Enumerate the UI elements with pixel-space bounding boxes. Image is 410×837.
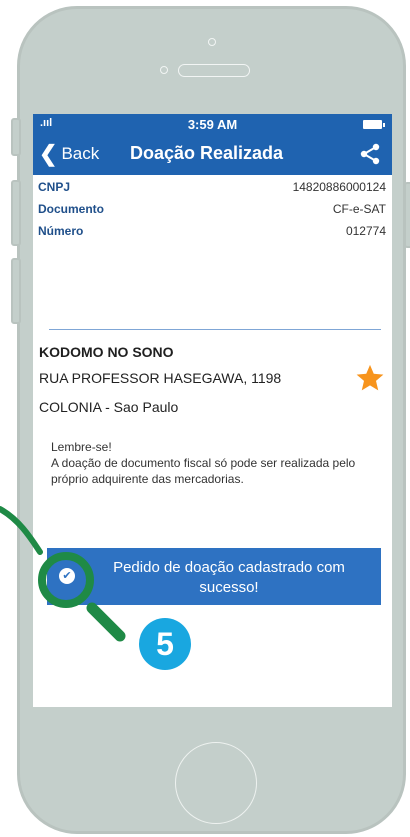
power-button [404,182,410,248]
reminder-text: A doação de documento fiscal só pode ser… [51,456,356,486]
step-badge: 5 [139,618,191,670]
battery-icon [363,120,385,129]
app-screen: .ııl 3:59 AM ❮ Back Doação Realizada CNP… [33,114,392,707]
mute-switch [11,118,21,156]
detail-label: CNPJ [38,180,71,194]
detail-row-documento: Documento CF-e-SAT [33,198,392,220]
detail-value: 14820886000124 [292,180,386,194]
volume-up-button [11,180,21,246]
home-button[interactable] [175,742,257,824]
earpiece-speaker [178,64,250,77]
front-camera [208,38,216,46]
back-label: Back [61,144,100,163]
proximity-sensor [160,66,168,74]
detail-value: CF-e-SAT [332,202,386,216]
back-button[interactable]: ❮ Back [39,143,99,165]
company-name: KODOMO NO SONO [39,344,174,360]
detail-label: Documento [38,202,104,216]
navigation-bar: ❮ Back Doação Realizada [33,135,392,175]
check-circle-icon: ✔ [59,568,75,584]
detail-row-cnpj: CNPJ 14820886000124 [33,176,392,198]
detail-row-numero: Número 012774 [33,220,392,242]
status-time: 3:59 AM [187,117,238,132]
page-title: Doação Realizada [130,143,284,163]
star-icon[interactable] [355,363,385,393]
detail-value: 012774 [345,224,386,238]
section-divider [49,329,381,330]
share-icon[interactable] [358,142,382,166]
toast-message: Pedido de doação cadastrado com sucesso! [113,559,345,596]
reminder-title: Lembre-se! [51,440,112,454]
status-bar: .ııl 3:59 AM [33,114,392,135]
success-toast: ✔ Pedido de doação cadastrado com sucess… [47,548,381,605]
detail-label: Número [38,224,84,238]
details-list: CNPJ 14820886000124 Documento CF-e-SAT N… [33,175,392,242]
company-address: RUA PROFESSOR HASEGAWA, 1198 [39,370,282,386]
chevron-left-icon: ❮ [39,141,58,166]
volume-down-button [11,258,21,324]
company-city: COLONIA - Sao Paulo [39,399,179,415]
